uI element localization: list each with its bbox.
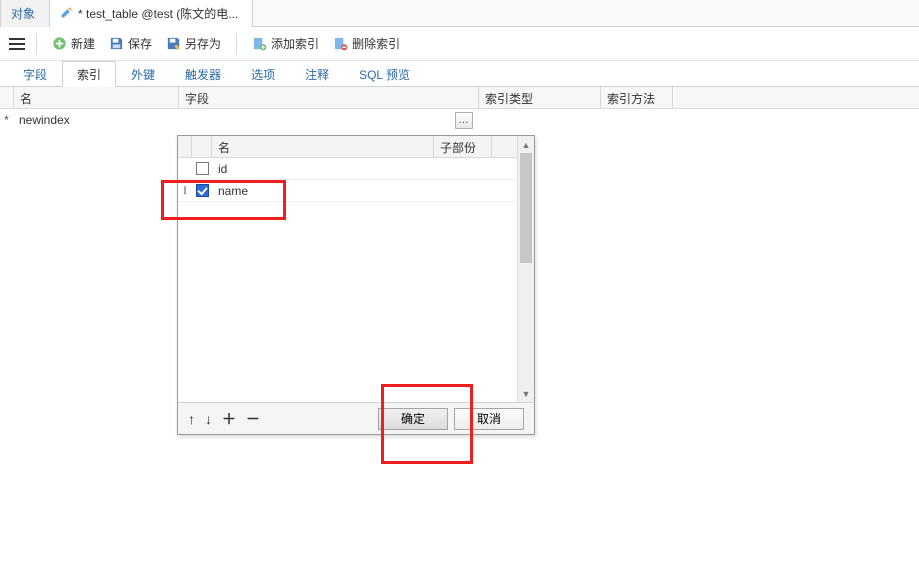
pencil-icon [60,6,73,22]
scroll-down-icon[interactable]: ▼ [518,385,534,402]
field-name: id [212,162,434,176]
popup-scrollbar[interactable]: ▲ ▼ [517,136,534,402]
delete-index-button[interactable]: 删除索引 [326,31,407,56]
save-as-button[interactable]: 另存为 [159,31,228,56]
delete-index-icon [333,36,348,51]
delete-index-label: 删除索引 [352,35,400,52]
field-picker-head: 名 子部份 [178,136,517,158]
plus-circle-icon [52,36,67,51]
new-label: 新建 [71,35,95,52]
move-down-button[interactable]: ↓ [205,411,212,427]
col-index-type[interactable]: 索引类型 [479,87,601,108]
tab-objects[interactable]: 对象 [0,0,50,27]
index-field-cell[interactable]: … [179,112,479,129]
index-row[interactable]: * newindex … [0,109,919,131]
ok-button[interactable]: 确定 [378,408,448,430]
toolbar-separator [36,33,37,55]
field-picker-grid[interactable]: 名 子部份 id I name [178,136,517,402]
tab-fields[interactable]: 字段 [8,61,62,87]
col-check [192,136,212,157]
save-as-label: 另存为 [185,35,221,52]
toolbar: 新建 保存 另存为 添加索引 删除索引 [0,27,919,61]
row-handle: I [178,183,192,198]
tab-edit-table[interactable]: * test_table @test (陈文的电... [49,0,253,27]
app-tabs: 对象 * test_table @test (陈文的电... [0,0,919,27]
add-index-label: 添加索引 [271,35,319,52]
col-index-method[interactable]: 索引方法 [601,87,673,108]
row-marker: * [0,113,13,127]
toolbar-separator [236,33,237,55]
add-field-button[interactable]: ＋ [222,409,236,429]
tab-sql[interactable]: SQL 预览 [344,61,425,87]
tab-comment[interactable]: 注释 [290,61,344,87]
add-index-button[interactable]: 添加索引 [245,31,326,56]
col-name[interactable]: 名 [13,87,179,108]
field-row[interactable]: I name [178,180,517,202]
tab-fk[interactable]: 外键 [116,61,170,87]
save-button[interactable]: 保存 [102,31,159,56]
remove-field-button[interactable]: － [246,409,260,429]
add-index-icon [252,36,267,51]
tab-edit-table-label: * test_table @test (陈文的电... [78,5,238,22]
popup-footer: ↑ ↓ ＋ － 确定 取消 [178,402,534,434]
tab-indexes[interactable]: 索引 [62,61,116,87]
field-picker-button[interactable]: … [455,112,473,129]
field-checkbox[interactable] [196,162,209,175]
property-tabs: 字段 索引 外键 触发器 选项 注释 SQL 预览 [0,61,919,87]
tab-triggers[interactable]: 触发器 [170,61,236,87]
move-up-button[interactable]: ↑ [188,411,195,427]
menu-button[interactable] [6,33,28,55]
scroll-up-icon[interactable]: ▲ [518,136,534,153]
field-row[interactable]: id [178,158,517,180]
tab-options[interactable]: 选项 [236,61,290,87]
field-name: name [212,184,434,198]
col-subpart[interactable]: 子部份 [434,136,492,157]
tab-objects-label: 对象 [11,5,35,22]
field-picker-popup: 名 子部份 id I name ▲ ▼ ↑ ↓ [177,135,535,435]
cancel-button[interactable]: 取消 [454,408,524,430]
save-icon [109,36,124,51]
field-checkbox[interactable] [196,184,209,197]
new-button[interactable]: 新建 [45,31,102,56]
save-as-icon [166,36,181,51]
col-handle [178,136,192,157]
col-field[interactable]: 字段 [179,87,479,108]
save-label: 保存 [128,35,152,52]
col-field-name[interactable]: 名 [212,136,434,157]
index-name-cell[interactable]: newindex [13,113,179,127]
index-table-header: 名 字段 索引类型 索引方法 [0,87,919,109]
scroll-thumb[interactable] [520,153,532,263]
